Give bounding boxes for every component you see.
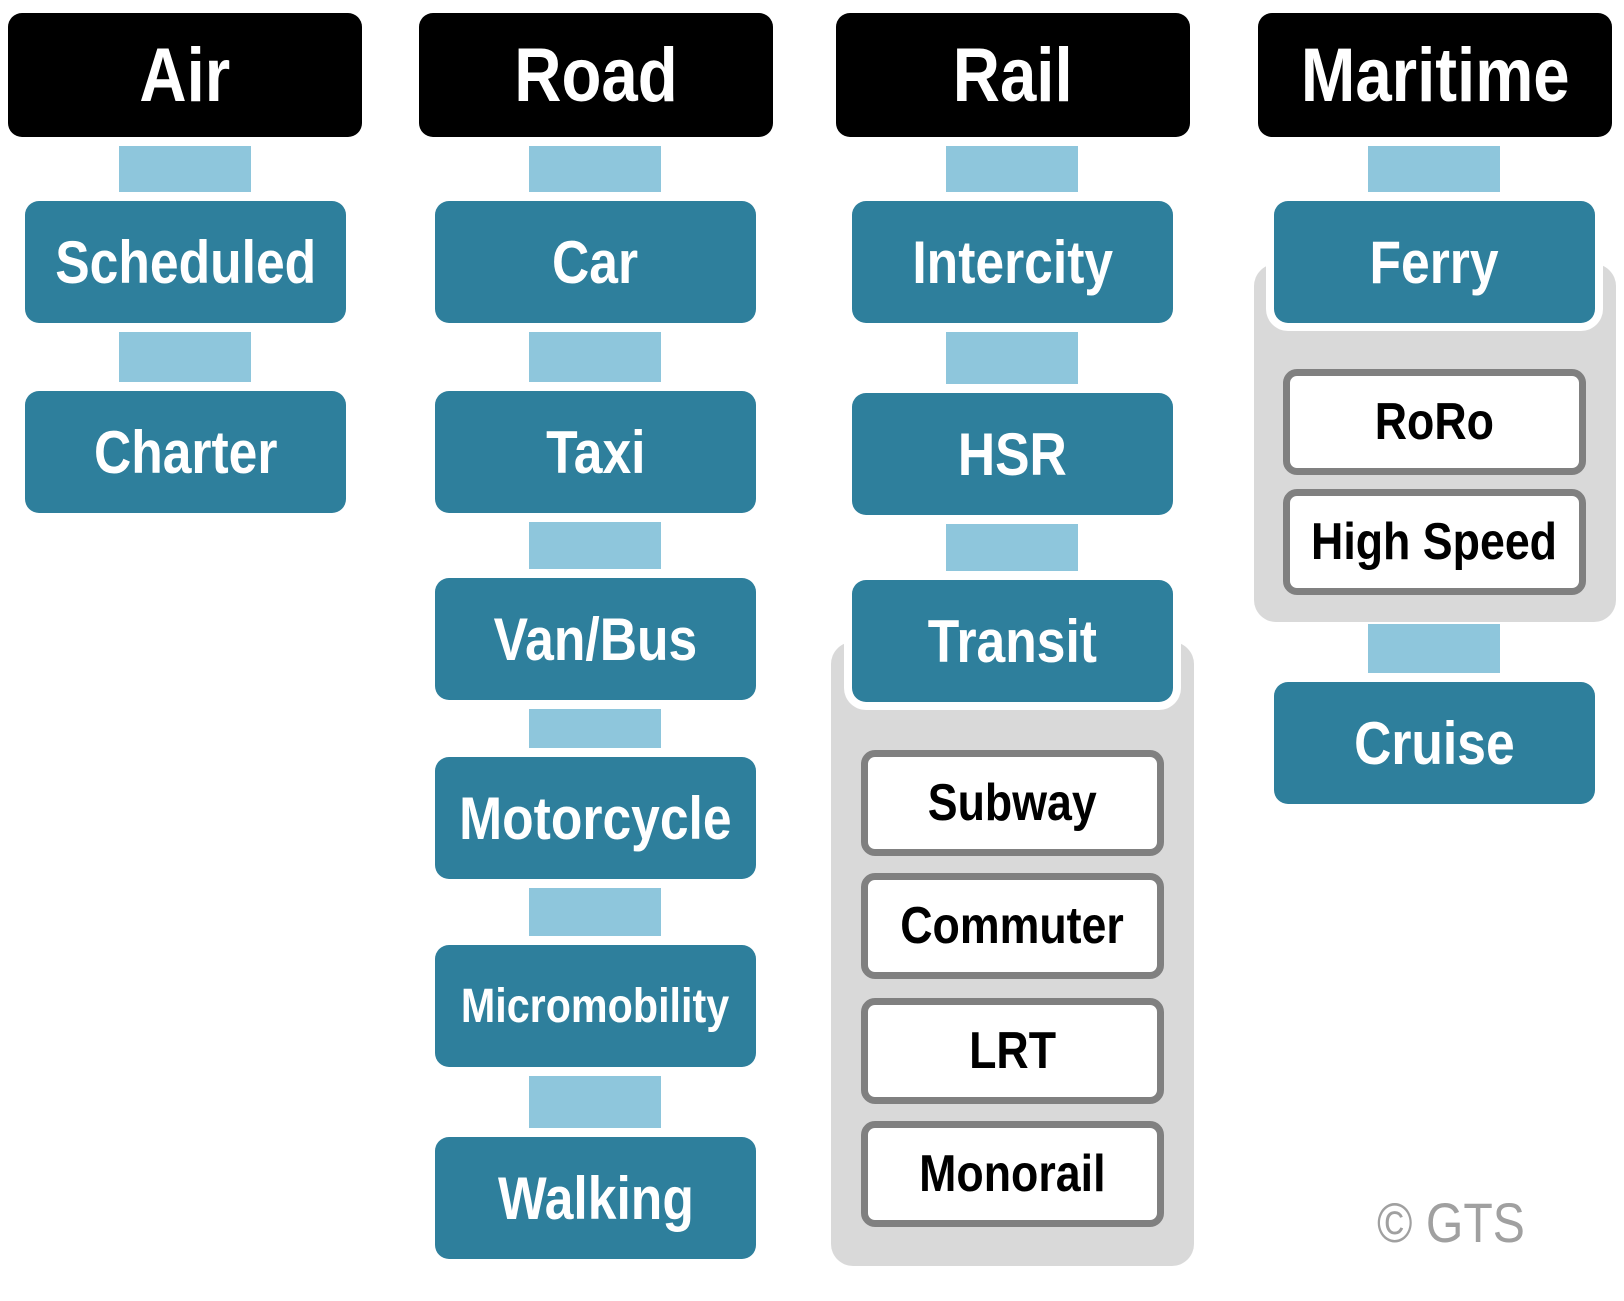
header-maritime: Maritime (1258, 13, 1612, 137)
header-label: Rail (953, 32, 1073, 118)
header-label: Road (514, 32, 678, 118)
connector (529, 146, 661, 192)
mode-charter: Charter (25, 391, 346, 513)
connector (529, 522, 661, 569)
connector (529, 332, 661, 382)
connector (1368, 146, 1500, 192)
subtype-label: Monorail (919, 1145, 1106, 1203)
header-label: Air (139, 32, 231, 118)
mode-label: Ferry (1369, 228, 1500, 296)
subtype-label: Commuter (900, 897, 1125, 955)
subtype-label: Subway (928, 774, 1097, 832)
subtype-subway: Subway (861, 750, 1164, 856)
subtype-commuter: Commuter (861, 873, 1164, 979)
header-rail: Rail (836, 13, 1190, 137)
mode-micromobility: Micromobility (435, 945, 756, 1067)
mode-label: Motorcycle (459, 784, 732, 852)
connector (946, 146, 1078, 192)
copyright-text: © GTS (1365, 1190, 1537, 1255)
mode-walking: Walking (435, 1137, 756, 1259)
connector (529, 709, 661, 748)
mode-van-bus: Van/Bus (435, 578, 756, 700)
mode-scheduled: Scheduled (25, 201, 346, 323)
connector (119, 146, 251, 192)
subtype-label: LRT (969, 1022, 1056, 1080)
mode-intercity: Intercity (852, 201, 1173, 323)
mode-motorcycle: Motorcycle (435, 757, 756, 879)
mode-label: Intercity (912, 228, 1113, 296)
mode-label: Car (552, 228, 639, 296)
subtype-monorail: Monorail (861, 1121, 1164, 1227)
mode-label: Micromobility (461, 979, 730, 1033)
mode-label: Walking (497, 1164, 694, 1232)
mode-hsr: HSR (852, 393, 1173, 515)
connector (946, 332, 1078, 384)
subtype-label: RoRo (1374, 393, 1495, 451)
connector (1368, 624, 1500, 673)
connector (529, 888, 661, 936)
mode-car: Car (435, 201, 756, 323)
header-label: Maritime (1300, 32, 1570, 118)
subtype-roro: RoRo (1283, 369, 1586, 475)
mode-label: Scheduled (55, 228, 316, 296)
header-road: Road (419, 13, 773, 137)
subtype-lrt: LRT (861, 998, 1164, 1104)
mode-label: Cruise (1354, 709, 1515, 777)
subtype-high-speed: High Speed (1283, 489, 1586, 595)
mode-label: Taxi (545, 418, 646, 486)
connector (529, 1076, 661, 1128)
mode-taxi: Taxi (435, 391, 756, 513)
subtype-label: High Speed (1311, 513, 1558, 571)
mode-label: Van/Bus (493, 605, 698, 673)
mode-label: HSR (958, 420, 1067, 488)
connector (946, 524, 1078, 571)
connector (119, 332, 251, 382)
mode-label: Charter (93, 418, 278, 486)
mode-ferry: Ferry (1274, 201, 1595, 323)
mode-cruise: Cruise (1274, 682, 1595, 804)
mode-label: Transit (927, 607, 1098, 675)
mode-transit: Transit (852, 580, 1173, 702)
header-air: Air (8, 13, 362, 137)
copyright-label: © GTS (1377, 1191, 1525, 1254)
